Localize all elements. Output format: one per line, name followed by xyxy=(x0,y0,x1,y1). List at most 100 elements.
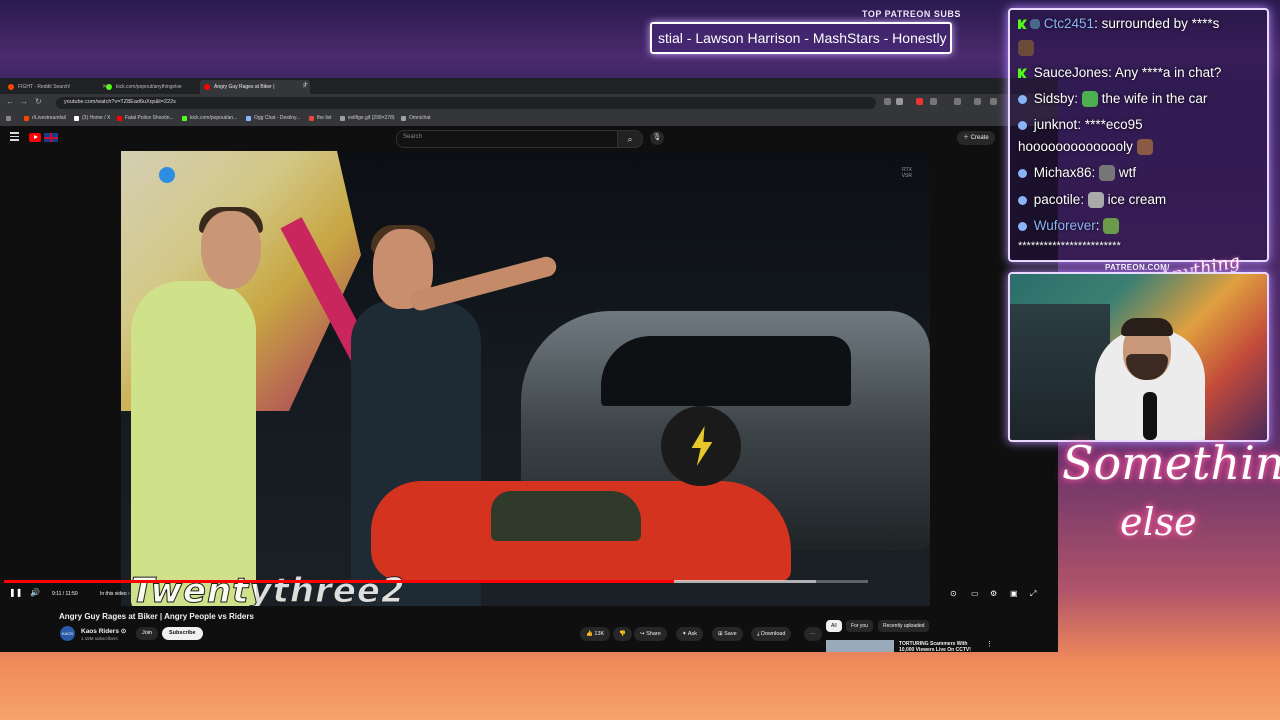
reload-icon[interactable]: ↻ xyxy=(35,97,42,106)
forward-icon[interactable]: → xyxy=(20,97,28,106)
video-watermark: Twentythree2 xyxy=(131,571,406,607)
something-else-logo-line2: else xyxy=(1120,500,1197,544)
top-patreon-subs-label: TOP PATREON SUBS xyxy=(862,9,961,19)
emote-icon xyxy=(1099,165,1116,182)
chip-recently-uploaded[interactable]: Recently uploaded xyxy=(878,620,930,632)
in-this-video-link[interactable]: In this video › xyxy=(100,591,130,597)
bookmark-label: r/Livestreamfail xyxy=(32,115,66,121)
tab-kick[interactable]: kick.com/popout/anythingelse ✕ xyxy=(102,80,208,94)
progress-bar[interactable] xyxy=(4,580,868,583)
miniplayer-icon[interactable]: ▣ xyxy=(1010,589,1018,598)
bookmark-item[interactable]: r/Livestreamfail xyxy=(24,115,66,121)
reddit-icon xyxy=(24,116,29,121)
bookmark-item[interactable]: kick.com/popout/an... xyxy=(182,115,237,121)
tab-youtube-active[interactable]: Angry Guy Rages at Biker | ✕ xyxy=(200,80,310,94)
chat-text: hoooooooooooooly xyxy=(1018,139,1133,154)
download-button[interactable]: ⤓ Download xyxy=(751,627,792,641)
save-icon: ⊞ xyxy=(718,631,723,637)
browser-window: FIGHT - Reddit Search! ✕ kick.com/popout… xyxy=(0,78,1058,653)
menu-icon[interactable] xyxy=(10,132,19,141)
volume-icon[interactable]: 🔊 xyxy=(30,588,40,597)
new-tab-button[interactable]: + xyxy=(303,79,308,89)
chat-text: ****eco95 xyxy=(1084,117,1143,132)
chat-username: Wuforever xyxy=(1033,218,1096,233)
subscribe-button[interactable]: Subscribe xyxy=(162,627,203,640)
download-icon[interactable] xyxy=(974,98,981,105)
save-button[interactable]: ⊞ Save xyxy=(712,627,743,641)
create-label: Create xyxy=(970,135,989,141)
record-extension-icon[interactable] xyxy=(916,98,923,105)
extension-icon[interactable] xyxy=(884,98,891,105)
like-button[interactable]: 👍 13K xyxy=(580,627,611,641)
bookmark-star-icon[interactable] xyxy=(896,98,903,105)
bookmark-label: the list xyxy=(317,115,332,121)
reddit-icon xyxy=(8,84,14,90)
tab-bar: FIGHT - Reddit Search! ✕ kick.com/popout… xyxy=(0,78,1058,94)
youtube-logo-icon[interactable] xyxy=(29,133,41,142)
motorcycle-seat xyxy=(491,491,641,541)
channel-name[interactable]: Kaos Riders ⊙ xyxy=(81,627,126,635)
kebab-menu-icon[interactable]: ⋮ xyxy=(986,640,993,648)
search-icon: ⌕ xyxy=(627,134,633,144)
ask-button[interactable]: ✦ Ask xyxy=(676,627,704,641)
uk-flag-icon xyxy=(44,133,58,142)
dislike-button[interactable]: 👎 xyxy=(613,627,632,641)
tab-reddit[interactable]: FIGHT - Reddit Search! ✕ xyxy=(4,80,110,94)
channel-avatar[interactable]: KAOS xyxy=(60,626,75,641)
chat-username: junknot xyxy=(1033,117,1078,132)
emote-icon xyxy=(1136,139,1153,156)
bookmark-item[interactable]: the list xyxy=(309,115,331,121)
share-button[interactable]: ↪ Share xyxy=(634,627,667,641)
chat-message: SauceJones: Any ****a in chat? xyxy=(1018,65,1221,80)
bookmark-item[interactable]: (3) Home / X xyxy=(74,115,110,121)
chat-text: ice cream xyxy=(1107,192,1167,207)
extension-icon[interactable] xyxy=(930,98,937,105)
more-actions-button[interactable]: ··· xyxy=(804,627,822,641)
pause-icon[interactable]: ❚❚ xyxy=(9,588,22,597)
rtx-badge: RTX VSR xyxy=(901,167,912,179)
microphone xyxy=(1143,392,1157,440)
join-button[interactable]: Join xyxy=(136,627,159,640)
video-player[interactable]: RTX VSR Twentythree2 xyxy=(121,151,930,606)
chip-all[interactable]: All xyxy=(826,620,842,632)
subscriber-count: 1.15M subscribers xyxy=(81,636,118,641)
bookmark-label: evilfige.gif (299×278) xyxy=(348,115,395,121)
voice-search-icon[interactable]: 🎙 xyxy=(650,131,664,145)
search-button[interactable]: ⌕ xyxy=(617,130,643,148)
bookmark-item[interactable]: Fatal Police Shootin... xyxy=(117,115,174,121)
recommended-title[interactable]: TORTURING Scammers With 10,000 Viewers L… xyxy=(899,641,984,653)
chat-text: Any ****a in chat? xyxy=(1114,65,1222,80)
url-bar[interactable]: youtube.com/watch?v=TZ8Ead6uXqs&t=222s xyxy=(56,97,876,109)
tab-label: Angry Guy Rages at Biker | xyxy=(214,84,275,90)
fullscreen-icon[interactable]: ⤢ xyxy=(1030,589,1036,599)
share-label: Share xyxy=(646,631,661,637)
settings-gear-icon[interactable]: ⚙ xyxy=(990,589,997,598)
bookmark-item[interactable]: Omnichat xyxy=(401,115,430,121)
chip-for-you[interactable]: For you xyxy=(846,620,873,632)
subtitles-icon[interactable]: ▭ xyxy=(971,589,979,598)
chat-message: Sidsby: the wife in the car xyxy=(1018,91,1207,108)
back-icon[interactable]: ← xyxy=(6,97,14,106)
bookmark-item[interactable]: Ogg Chat - Destiny... xyxy=(246,115,300,121)
sparkle-icon: ✦ xyxy=(682,631,687,637)
kick-badge-icon xyxy=(1018,68,1027,79)
tab-label: FIGHT - Reddit Search! xyxy=(18,84,71,90)
autoplay-toggle-icon[interactable]: ⊙ xyxy=(950,589,957,598)
bookmark-item[interactable]: evilfige.gif (299×278) xyxy=(340,115,395,121)
list-icon xyxy=(309,116,314,121)
emote-icon xyxy=(1087,192,1104,209)
address-bar-row: ← → ↻ youtube.com/watch?v=TZ8Ead6uXqs&t=… xyxy=(0,94,1058,112)
twitch-badge-icon xyxy=(1018,168,1027,178)
search-input[interactable]: Search xyxy=(396,130,618,148)
chat-text: wtf xyxy=(1118,165,1137,180)
thumbs-up-icon: 👍 xyxy=(586,631,593,637)
profile-icon[interactable] xyxy=(990,98,997,105)
recommended-thumbnail[interactable] xyxy=(826,640,894,652)
person-left xyxy=(131,281,256,606)
create-button[interactable]: ＋ Create xyxy=(957,131,995,145)
thumbs-down-icon: 👎 xyxy=(619,631,626,637)
something-else-logo: Something xyxy=(1062,436,1280,490)
chat-message: hoooooooooooooly xyxy=(1018,139,1153,156)
bookmarks-bar: r/Livestreamfail (3) Home / X Fatal Poli… xyxy=(0,112,1058,127)
sidebar-icon[interactable] xyxy=(954,98,961,105)
